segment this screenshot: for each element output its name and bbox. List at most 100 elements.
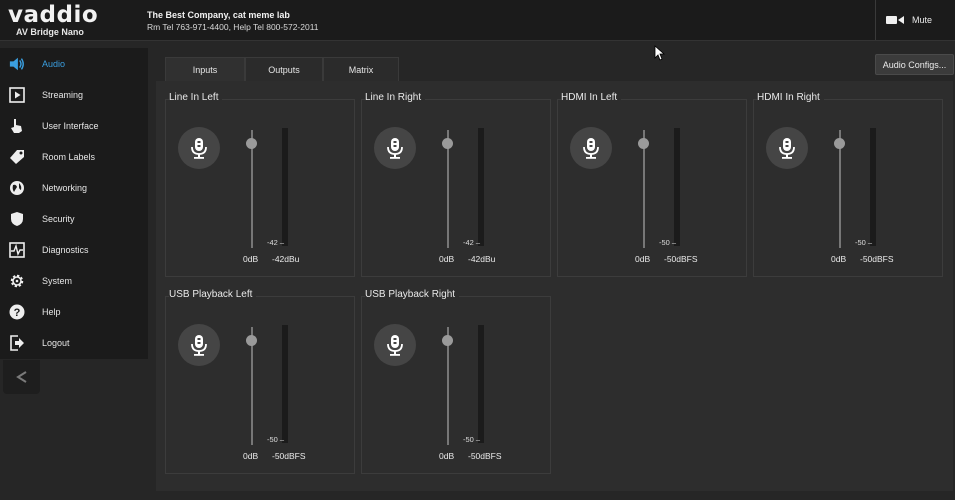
divider [875,0,876,40]
level-value: -50dBFS [468,451,502,461]
mic-mute-button[interactable] [178,127,220,169]
tab-bar: Inputs Outputs Matrix [165,57,399,82]
channel-usb-playback-left: USB Playback Left -50 – 0dB -50dBFS [165,289,355,474]
level-value: -42dBu [468,254,496,264]
vaddio-logo: vaddio [8,2,99,28]
gain-fader-knob[interactable] [834,138,845,149]
camera-icon [886,16,904,24]
hand-pointer-icon [9,118,25,134]
microphone-icon [191,138,207,159]
channel-title: Line In Right [365,92,426,103]
level-value: -50dBFS [860,254,894,264]
sidebar-item-label: System [42,275,73,286]
meter-scale-label: -50 – [659,238,677,247]
phone-info: Rm Tel 763-971-4400, Help Tel 800-572-20… [147,22,319,32]
gain-value: 0dB [243,451,259,461]
channel-title: USB Playback Left [169,289,257,300]
sidebar-item-label: Room Labels [42,151,96,162]
level-meter [282,128,288,246]
level-value: -50dBFS [272,451,306,461]
svg-text:?: ? [14,307,21,319]
channel-title: HDMI In Right [757,92,824,103]
sidebar-item-label: Networking [42,182,88,193]
sidebar-item-label: Streaming [42,89,84,100]
microphone-icon [583,138,599,159]
mute-label: Mute [912,15,933,25]
gain-value: 0dB [243,254,259,264]
channel-hdmi-in-right: HDMI In Right -50 – 0dB -50dBFS [753,92,943,277]
tab-inputs[interactable]: Inputs [165,57,245,82]
product-name: AV Bridge Nano [16,27,84,37]
channel-title: USB Playback Right [365,289,460,300]
logout-icon [9,334,25,351]
channel-title: HDMI In Left [561,92,622,103]
tab-matrix[interactable]: Matrix [323,57,399,82]
microphone-icon [779,138,795,159]
sidebar-item-diagnostics[interactable]: Diagnostics [0,234,148,265]
sidebar-item-label: Logout [42,337,70,348]
gain-fader-knob[interactable] [442,138,453,149]
audio-configs-button[interactable]: Audio Configs... [875,54,954,75]
mic-mute-button[interactable] [178,324,220,366]
sidebar-item-label: Security [42,213,75,224]
level-value: -42dBu [272,254,300,264]
speaker-icon [9,56,25,72]
gain-fader-knob[interactable] [638,138,649,149]
gain-value: 0dB [635,254,651,264]
globe-icon [9,180,25,196]
level-meter [478,325,484,443]
meter-scale-label: -50 – [267,435,285,444]
channel-usb-playback-right: USB Playback Right -50 – 0dB -50dBFS [361,289,551,474]
gear-icon [9,273,25,289]
meter-scale-label: -50 – [855,238,873,247]
sidebar-item-label: Help [42,306,61,317]
mic-mute-button[interactable] [374,127,416,169]
sidebar-collapse-button[interactable] [3,360,40,394]
sidebar-item-help[interactable]: ? Help [0,296,148,327]
gain-fader-knob[interactable] [246,138,257,149]
sidebar-item-audio[interactable]: Audio [0,48,148,79]
gain-value: 0dB [439,451,455,461]
main-content: Inputs Outputs Matrix Audio Configs... L… [148,48,955,500]
sidebar-item-streaming[interactable]: Streaming [0,79,148,110]
tab-outputs[interactable]: Outputs [245,57,323,82]
microphone-icon [387,138,403,159]
pulse-icon [9,241,25,258]
chevron-left-icon [15,371,27,383]
microphone-icon [387,335,403,356]
tag-icon [9,149,25,165]
level-meter [478,128,484,246]
sidebar-item-user-interface[interactable]: User Interface [0,110,148,141]
mic-mute-button[interactable] [570,127,612,169]
sidebar-item-networking[interactable]: Networking [0,172,148,203]
sidebar-item-label: Audio [42,58,66,69]
sidebar: Audio Streaming User Interface Room Labe… [0,48,148,359]
gain-value: 0dB [439,254,455,264]
gain-fader-knob[interactable] [246,335,257,346]
sidebar-item-label: Diagnostics [42,244,89,255]
play-icon [9,86,25,103]
shield-icon [9,211,25,227]
channel-hdmi-in-left: HDMI In Left -50 – 0dB -50dBFS [557,92,747,277]
meter-scale-label: -42 – [463,238,481,247]
sidebar-item-room-labels[interactable]: Room Labels [0,141,148,172]
meter-scale-label: -50 – [463,435,481,444]
sidebar-item-security[interactable]: Security [0,203,148,234]
sidebar-item-logout[interactable]: Logout [0,327,148,358]
level-value: -50dBFS [664,254,698,264]
channel-line-in-left: Line In Left -42 – 0dB -42dBu [165,92,355,277]
mute-button[interactable]: Mute [886,15,932,25]
top-bar: vaddio AV Bridge Nano The Best Company, … [0,0,955,41]
sidebar-item-system[interactable]: System [0,265,148,296]
mic-mute-button[interactable] [766,127,808,169]
company-name: The Best Company, cat meme lab [147,10,290,20]
level-meter [870,128,876,246]
mic-mute-button[interactable] [374,324,416,366]
level-meter [282,325,288,443]
channels-panel: Line In Left -42 – 0dB -42dBu Line In Ri… [156,81,953,491]
meter-scale-label: -42 – [267,238,285,247]
sidebar-item-label: User Interface [42,120,99,131]
gain-fader-knob[interactable] [442,335,453,346]
question-icon: ? [9,304,25,320]
channel-line-in-right: Line In Right -42 – 0dB -42dBu [361,92,551,277]
